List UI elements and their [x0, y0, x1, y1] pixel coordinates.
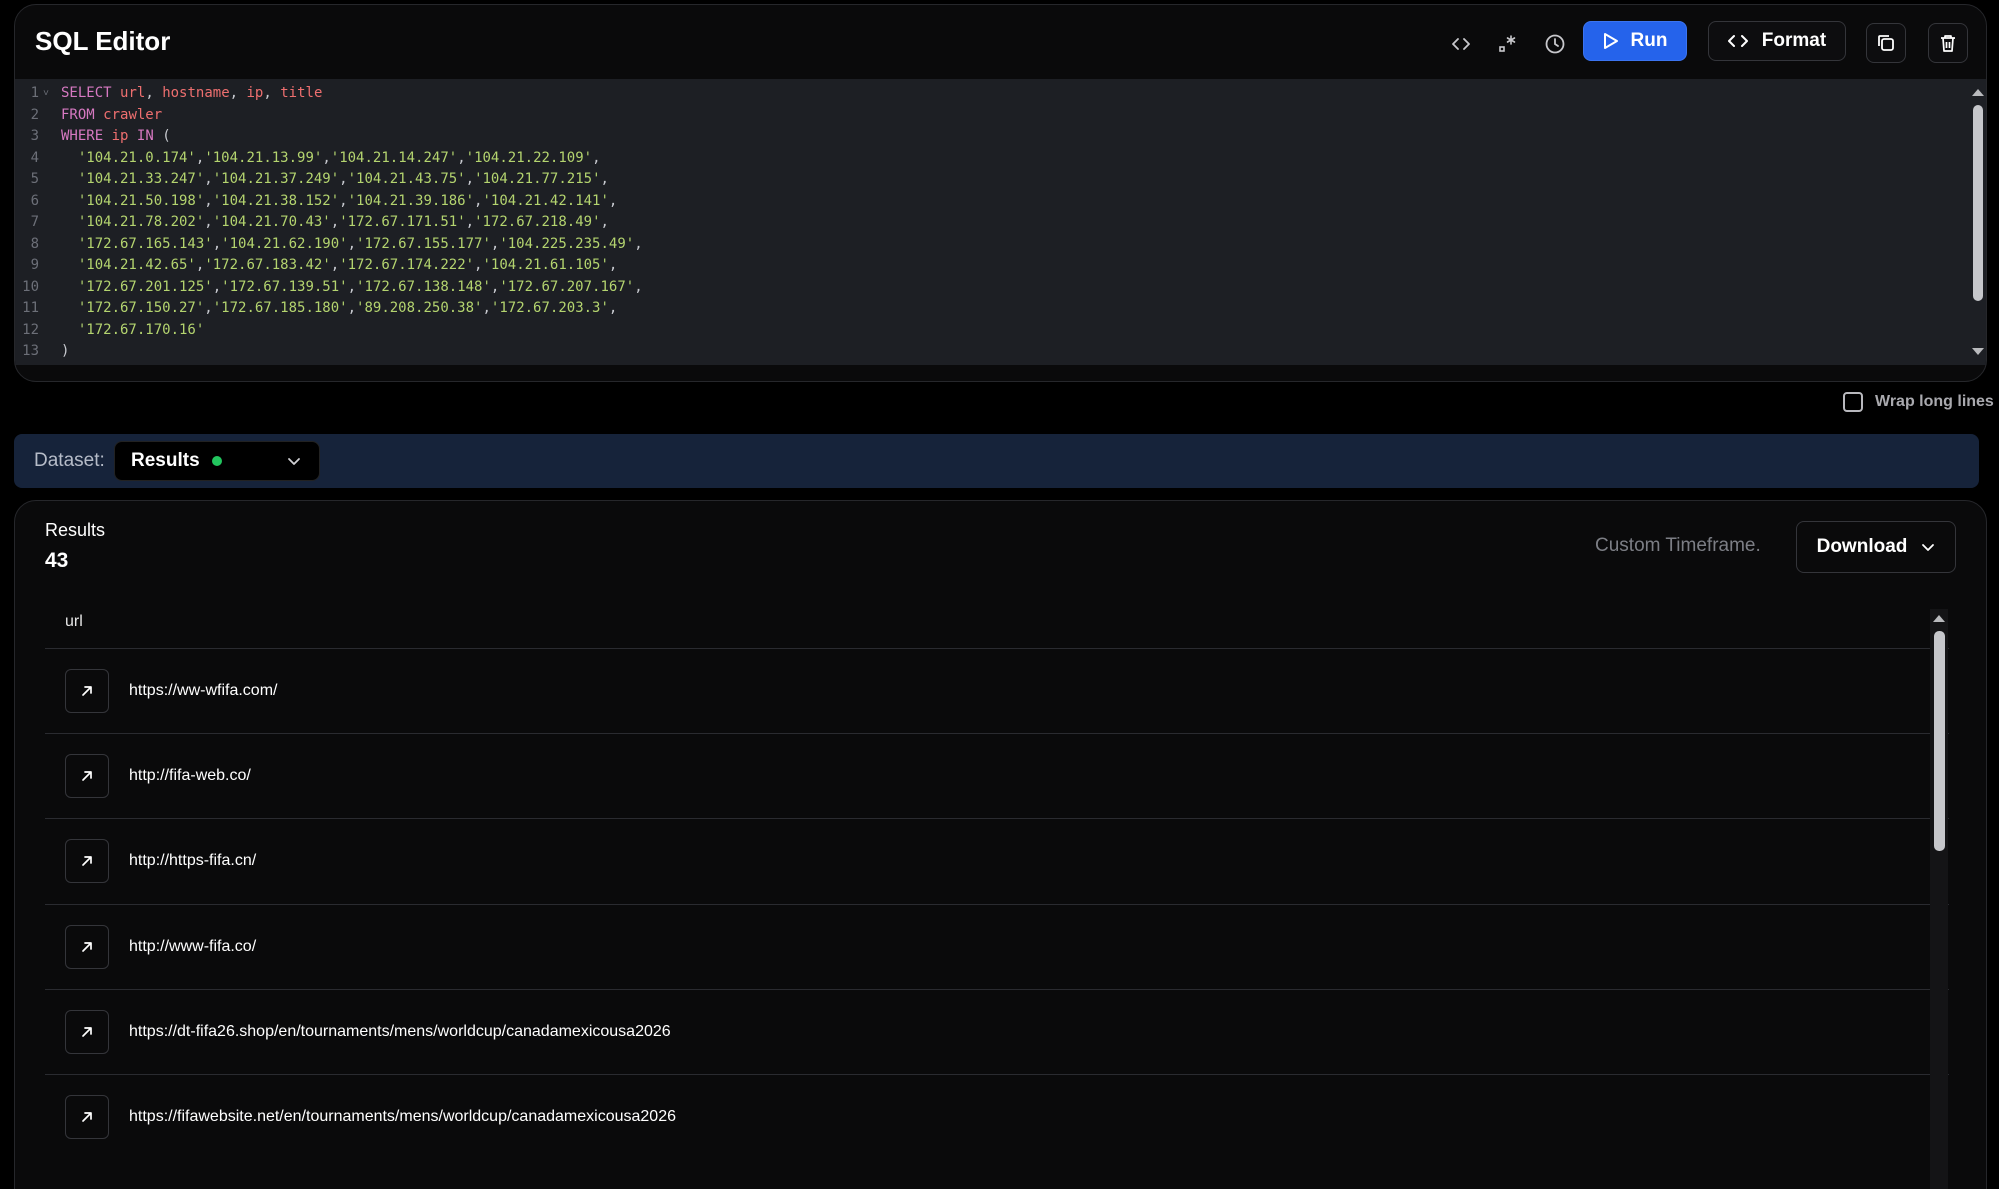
results-count: 43	[45, 549, 69, 572]
scroll-down-arrow[interactable]	[1972, 348, 1984, 355]
code-text: FROM crawler	[61, 106, 163, 123]
open-link-button[interactable]	[65, 669, 109, 713]
dataset-selected-value: Results	[131, 450, 200, 471]
results-panel: Results 43 Custom Timeframe. Download ur…	[14, 500, 1987, 1189]
line-number: 4	[30, 149, 39, 166]
arrow-up-right-icon	[82, 686, 92, 696]
code-icon	[1727, 35, 1748, 47]
row-url[interactable]: http://fifa-web.co/	[129, 767, 251, 785]
open-link-button[interactable]	[65, 1095, 109, 1139]
column-header-url[interactable]: url	[65, 613, 83, 631]
scroll-up-arrow[interactable]	[1933, 615, 1945, 622]
results-label: Results	[45, 520, 106, 540]
line-number: 2	[30, 106, 39, 123]
run-button-label: Run	[1630, 30, 1668, 51]
dataset-select[interactable]: Results	[114, 441, 320, 481]
custom-timeframe-label: Custom Timeframe.	[1595, 535, 1761, 556]
table-row: http://fifa-web.co/	[45, 733, 1949, 818]
code-text: '104.21.78.202','104.21.70.43','172.67.1…	[77, 214, 609, 230]
copy-button[interactable]	[1866, 23, 1906, 63]
regex-icon[interactable]	[1493, 29, 1523, 59]
format-button[interactable]: Format	[1708, 21, 1846, 61]
chevron-down-icon	[288, 458, 300, 465]
status-dot	[211, 456, 222, 466]
row-url[interactable]: https://ww-wfifa.com/	[129, 682, 277, 700]
wrap-long-lines-option[interactable]: Wrap long lines	[1843, 392, 1994, 412]
open-link-button[interactable]	[65, 924, 109, 969]
dataset-label: Dataset:	[34, 450, 105, 471]
editor-header: SQL Editor Run Format	[15, 5, 1986, 79]
history-clock-icon[interactable]	[1540, 29, 1570, 59]
play-icon	[1603, 33, 1618, 49]
line-number: 9	[30, 257, 39, 273]
code-text: '104.21.42.65','172.67.183.42','172.67.1…	[77, 257, 618, 273]
line-number: 12	[22, 321, 39, 338]
results-table: url https://ww-wfifa.com/http://fifa-web…	[45, 597, 1949, 1189]
delete-button[interactable]	[1928, 23, 1968, 63]
arrow-up-right-icon	[82, 1026, 92, 1037]
arrow-up-right-icon	[82, 771, 92, 782]
copy-icon	[1878, 35, 1894, 51]
code-text: '172.67.201.125','172.67.139.51','172.67…	[77, 278, 643, 295]
format-button-label: Format	[1761, 30, 1827, 51]
open-link-button[interactable]	[65, 754, 109, 799]
table-row: https://fifawebsite.net/en/tournaments/m…	[45, 1074, 1949, 1159]
line-number: 5	[30, 171, 39, 187]
line-number: 11	[22, 300, 39, 316]
code-text: )	[61, 343, 70, 359]
editor-title: SQL Editor	[35, 26, 171, 56]
sql-editor-panel: SQL Editor Run Format 1 ˅ SELECT url, ho…	[14, 4, 1987, 382]
table-row: http://https-fifa.cn/	[45, 818, 1949, 903]
table-row: https://dt-fifa26.shop/en/tournaments/me…	[45, 988, 1949, 1074]
scroll-up-arrow[interactable]	[1972, 89, 1984, 96]
results-scrollbar[interactable]	[1930, 609, 1948, 1189]
code-text: SELECT url, hostname, ip, title	[61, 85, 323, 101]
code-text: '104.21.0.174','104.21.13.99','104.21.14…	[77, 149, 601, 166]
row-url[interactable]: https://fifawebsite.net/en/tournaments/m…	[129, 1108, 676, 1126]
table-row: https://ww-wfifa.com/	[45, 648, 1949, 733]
code-text: '104.21.50.198','104.21.38.152','104.21.…	[77, 192, 618, 209]
open-link-button[interactable]	[65, 839, 109, 884]
code-scrollbar[interactable]	[1970, 85, 1984, 355]
code-text: '172.67.150.27','172.67.185.180','89.208…	[77, 300, 618, 316]
code-text: '104.21.33.247','104.21.37.249','104.21.…	[77, 171, 609, 187]
row-url[interactable]: http://https-fifa.cn/	[129, 852, 256, 870]
code-brackets-icon[interactable]	[1446, 29, 1476, 59]
fold-chevron-icon[interactable]: ˅	[43, 83, 49, 104]
arrow-up-right-icon	[82, 1112, 92, 1122]
trash-icon	[1941, 35, 1955, 52]
code-text: '172.67.170.16'	[77, 321, 205, 338]
line-number: 13	[22, 343, 39, 359]
arrow-up-right-icon	[82, 941, 92, 952]
arrow-up-right-icon	[82, 856, 92, 867]
line-number: 6	[30, 192, 39, 209]
line-number: 8	[30, 235, 39, 252]
code-text: '172.67.165.143','104.21.62.190','172.67…	[77, 235, 643, 252]
table-row: http://www-fifa.co/	[45, 903, 1949, 989]
chevron-down-icon	[1922, 544, 1935, 551]
download-button[interactable]: Download	[1796, 521, 1956, 573]
run-button[interactable]: Run	[1583, 21, 1687, 61]
download-button-label: Download	[1816, 536, 1908, 557]
scroll-thumb[interactable]	[1934, 631, 1945, 851]
row-url[interactable]: https://dt-fifa26.shop/en/tournaments/me…	[129, 1023, 671, 1041]
open-link-button[interactable]	[65, 1009, 109, 1054]
wrap-long-lines-checkbox[interactable]	[1843, 392, 1863, 412]
line-number: 1	[30, 85, 39, 101]
wrap-long-lines-label: Wrap long lines	[1875, 393, 1994, 410]
line-number: 7	[30, 214, 39, 230]
scroll-thumb[interactable]	[1973, 105, 1983, 301]
code-text: WHERE ip IN (	[61, 128, 171, 144]
line-number: 10	[22, 278, 39, 295]
line-number: 3	[30, 128, 39, 144]
row-url[interactable]: http://www-fifa.co/	[129, 938, 256, 956]
sql-code-area[interactable]: 1 ˅ SELECT url, hostname, ip, title 2 FROM c…	[15, 79, 1986, 365]
dataset-bar: Dataset: Results	[14, 434, 1979, 488]
